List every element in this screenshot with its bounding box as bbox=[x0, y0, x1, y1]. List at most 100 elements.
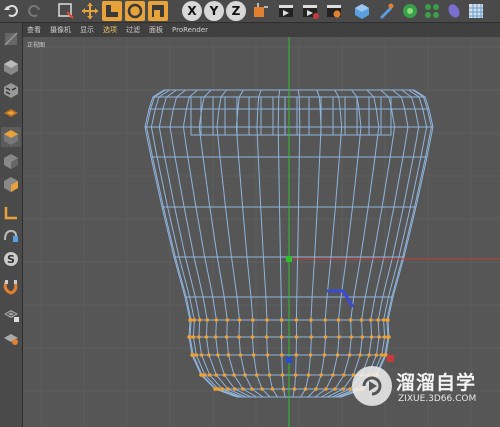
selected-point bbox=[374, 353, 379, 357]
selected-point bbox=[382, 335, 387, 339]
selected-point bbox=[369, 335, 374, 339]
move-icon[interactable] bbox=[80, 1, 100, 21]
object-axis-icon[interactable] bbox=[1, 174, 21, 194]
selected-point bbox=[194, 353, 199, 357]
selected-point bbox=[348, 318, 353, 322]
mesh-edge bbox=[307, 89, 343, 398]
selected-point bbox=[280, 373, 285, 377]
mesh-edge bbox=[331, 89, 409, 398]
viewport-label: 正视图 bbox=[27, 42, 46, 49]
points-mode-icon[interactable] bbox=[1, 103, 21, 123]
viewport-menu-display[interactable]: 显示 bbox=[80, 25, 94, 35]
selected-point bbox=[220, 387, 225, 391]
redo-icon[interactable] bbox=[24, 1, 44, 21]
make-editable-icon[interactable] bbox=[1, 29, 21, 49]
model-mode-icon[interactable] bbox=[1, 57, 21, 77]
selected-point bbox=[233, 387, 237, 391]
mesh-edge bbox=[321, 89, 380, 398]
selected-point bbox=[314, 387, 318, 391]
tweak-icon[interactable] bbox=[1, 203, 21, 223]
selected-point bbox=[192, 318, 197, 322]
viewport-menu-options[interactable]: 选项 bbox=[103, 25, 117, 35]
floor-icon[interactable] bbox=[466, 1, 486, 21]
mesh-edge bbox=[150, 89, 240, 398]
viewport-menu-view[interactable]: 查看 bbox=[27, 25, 41, 35]
selected-point bbox=[250, 335, 255, 339]
selected-point bbox=[226, 387, 230, 391]
deformer-icon[interactable] bbox=[444, 1, 464, 21]
selected-point bbox=[255, 373, 259, 377]
recent-tool-icon[interactable] bbox=[148, 1, 168, 21]
selected-point bbox=[308, 353, 313, 357]
viewport-menu-prorender[interactable]: ProRender bbox=[172, 26, 208, 34]
coordinate-system-icon[interactable] bbox=[250, 1, 270, 21]
selected-point bbox=[265, 353, 270, 357]
selected-point bbox=[232, 373, 236, 377]
undo-icon[interactable] bbox=[2, 1, 22, 21]
selected-point bbox=[319, 373, 324, 377]
selected-point bbox=[324, 387, 328, 391]
axis-z-icon[interactable]: Z bbox=[226, 1, 246, 21]
subdivision-surface-icon[interactable] bbox=[400, 1, 420, 21]
selected-point bbox=[387, 335, 391, 339]
mesh-edge bbox=[277, 89, 286, 398]
polygons-mode-icon[interactable] bbox=[1, 151, 21, 171]
selected-point bbox=[358, 353, 362, 357]
selected-point bbox=[189, 318, 193, 322]
mesh-edge bbox=[169, 89, 247, 398]
selected-point bbox=[309, 335, 314, 339]
selected-point bbox=[250, 387, 254, 391]
mesh-edge bbox=[256, 89, 278, 398]
selected-point bbox=[205, 318, 209, 322]
selected-point bbox=[323, 335, 328, 339]
cloner-icon[interactable] bbox=[422, 1, 442, 21]
axis-x-icon[interactable]: X bbox=[182, 1, 202, 21]
selected-point bbox=[225, 318, 230, 322]
edges-mode-icon[interactable] bbox=[1, 127, 21, 147]
scale-icon[interactable] bbox=[102, 1, 122, 21]
workplane-mode-icon[interactable] bbox=[1, 328, 21, 348]
mesh-edge bbox=[338, 89, 428, 398]
selected-point bbox=[267, 373, 272, 377]
selected-point bbox=[386, 318, 390, 322]
selected-point bbox=[238, 353, 243, 357]
selected-point bbox=[241, 387, 245, 391]
selected-point bbox=[279, 335, 284, 339]
selected-point bbox=[199, 353, 204, 357]
render-picture-viewer-icon[interactable] bbox=[300, 1, 320, 21]
selected-point bbox=[260, 387, 264, 391]
mesh-edge bbox=[146, 89, 238, 398]
selected-point bbox=[381, 318, 386, 322]
selected-point bbox=[237, 335, 241, 339]
selected-point bbox=[323, 318, 328, 322]
selected-point bbox=[341, 387, 346, 391]
magnet-icon[interactable]: S bbox=[1, 249, 21, 269]
axis-y-icon[interactable]: Y bbox=[204, 1, 224, 21]
pen-icon[interactable] bbox=[376, 1, 396, 21]
y-axis-handle bbox=[286, 256, 292, 262]
cube-icon[interactable] bbox=[352, 1, 372, 21]
workplane-icon[interactable] bbox=[1, 277, 21, 297]
selected-point bbox=[333, 387, 337, 391]
selected-point bbox=[237, 318, 242, 322]
render-view-icon[interactable] bbox=[276, 1, 296, 21]
svg-text:S: S bbox=[7, 253, 15, 266]
selected-point bbox=[293, 373, 298, 377]
selected-point bbox=[204, 335, 209, 339]
texture-mode-icon[interactable] bbox=[1, 80, 21, 100]
viewport-menu-filter[interactable]: 过滤 bbox=[126, 25, 140, 35]
rotate-icon[interactable] bbox=[125, 1, 145, 21]
viewport-menu-panel[interactable]: 面板 bbox=[149, 25, 163, 35]
selected-point bbox=[222, 373, 227, 377]
edit-render-settings-icon[interactable] bbox=[324, 1, 344, 21]
x-axis-handle bbox=[387, 355, 394, 362]
locked-workplane-icon[interactable] bbox=[1, 304, 21, 324]
viewport-menu-cameras[interactable]: 摄像机 bbox=[50, 25, 71, 35]
selected-point bbox=[331, 373, 335, 377]
selected-point bbox=[280, 353, 284, 357]
snapping-icon[interactable] bbox=[1, 225, 21, 245]
selected-point bbox=[251, 353, 256, 357]
live-selection-icon[interactable] bbox=[56, 1, 76, 21]
watermark: 溜溜自学 ZIXUE.3D66.COM bbox=[352, 362, 476, 416]
selected-point bbox=[281, 387, 286, 391]
